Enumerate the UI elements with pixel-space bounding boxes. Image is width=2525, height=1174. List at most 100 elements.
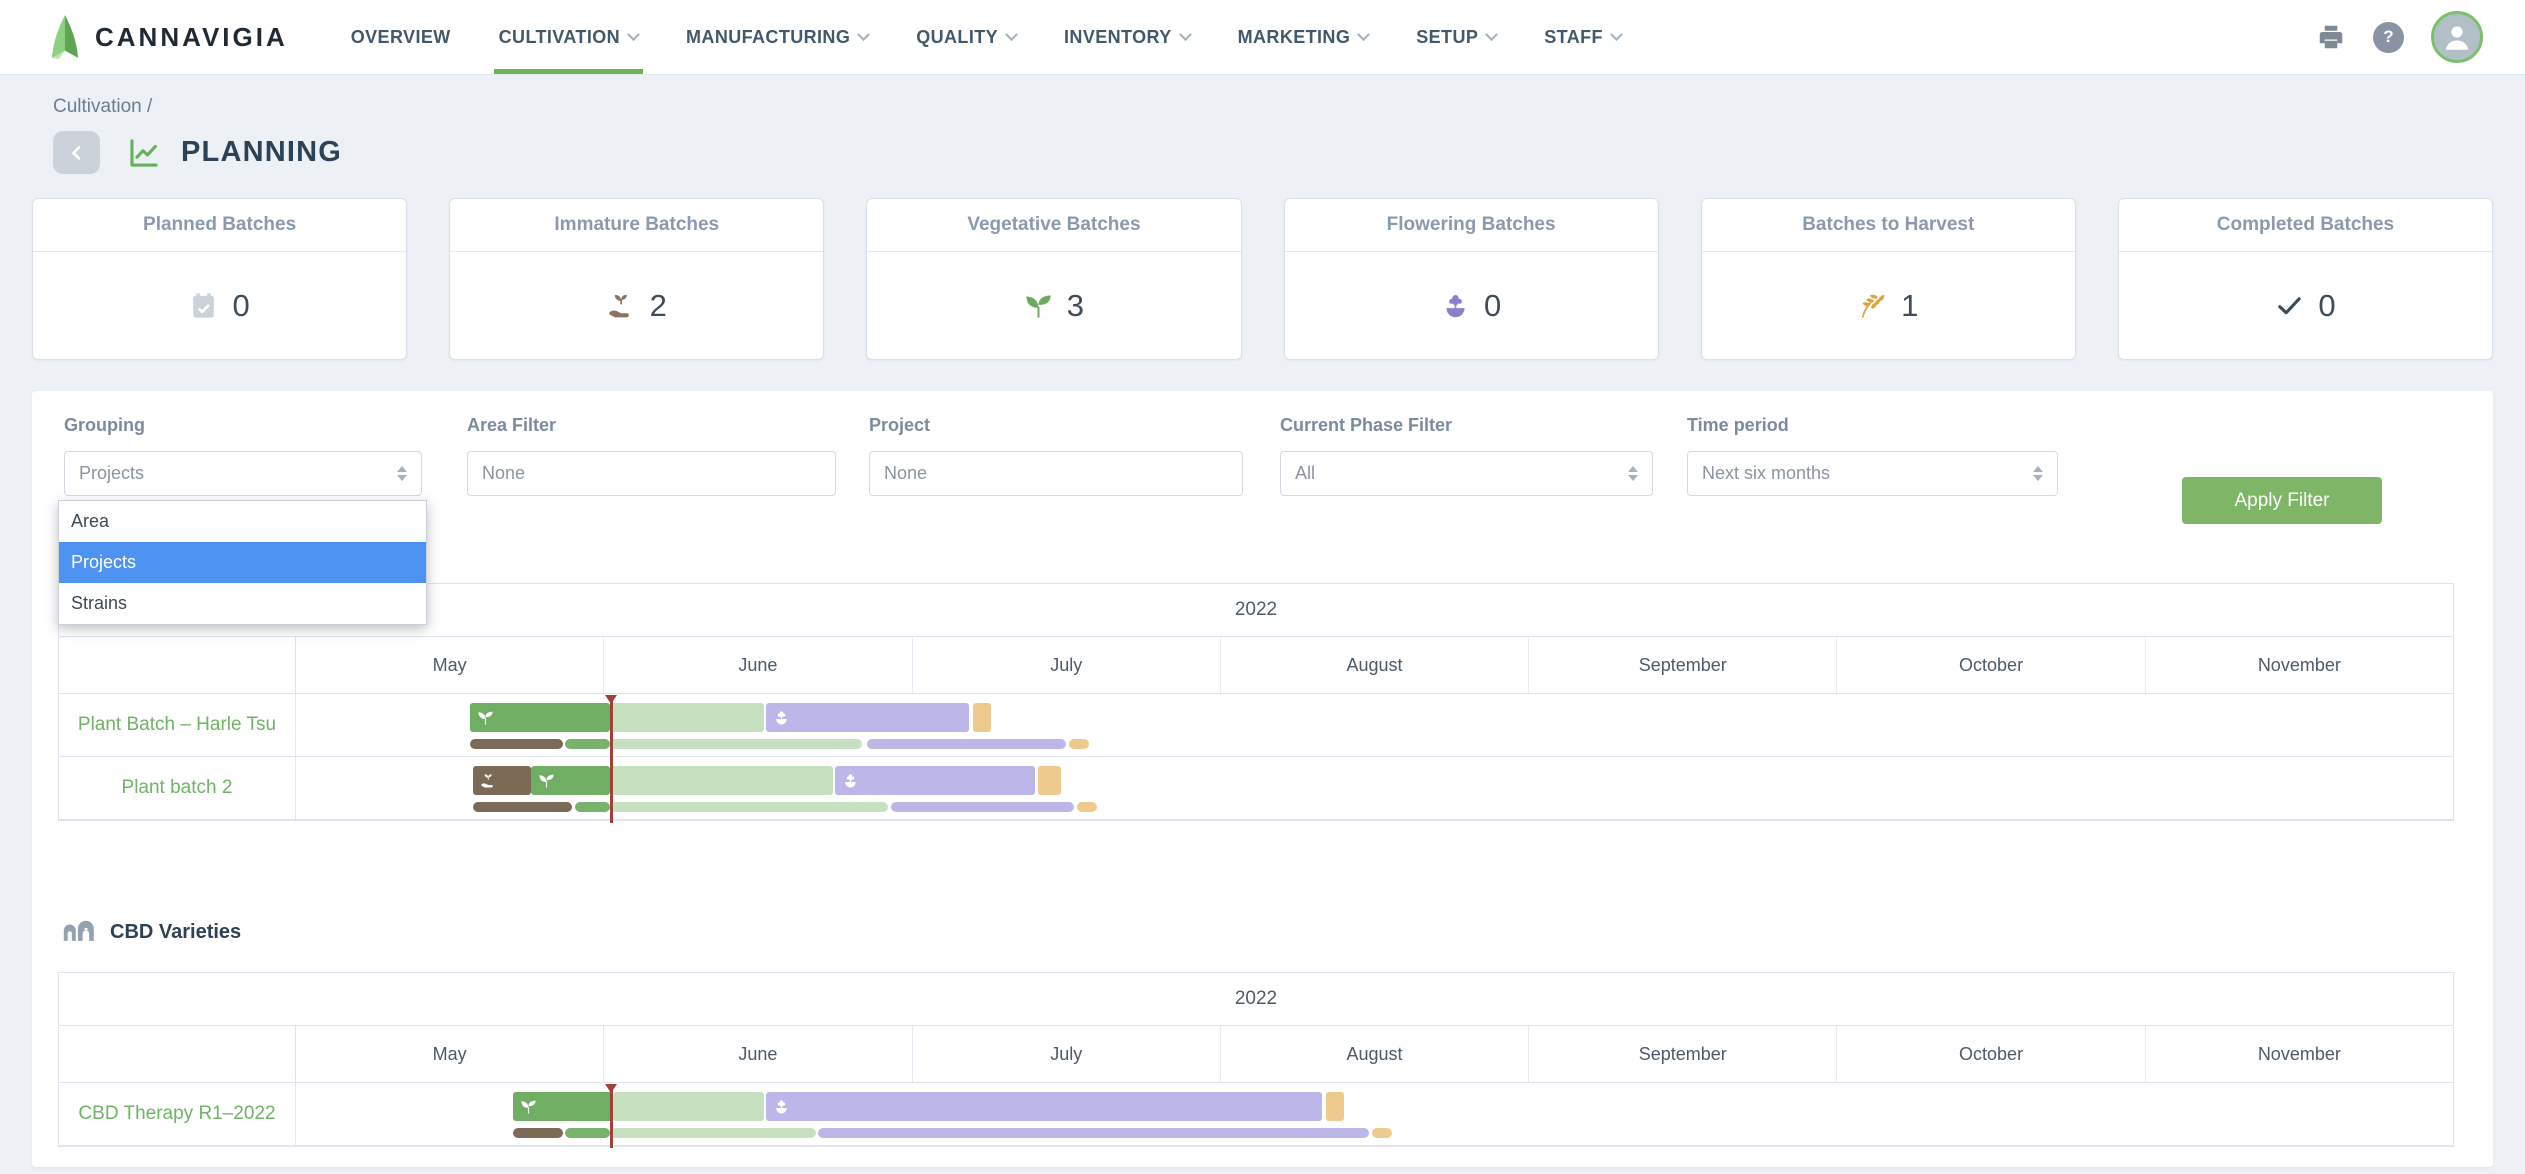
- top-actions: ?: [2316, 0, 2525, 74]
- gantt-bar-vegetative[interactable]: [513, 1092, 613, 1121]
- gantt-progress-flowering: [867, 739, 1067, 749]
- gantt-progress-vegetative_planned: [610, 802, 888, 812]
- nav-item-manufacturing[interactable]: MANUFACTURING: [681, 0, 873, 74]
- planning-panel: Grouping Projects Area Filter Project Cu…: [32, 391, 2493, 1167]
- gantt-month-june: June: [604, 637, 912, 693]
- gantt-bar-harvest[interactable]: [1038, 766, 1061, 795]
- stat-card-title: Planned Batches: [33, 199, 406, 252]
- chevron-down-icon: [627, 28, 640, 41]
- stat-card-title: Flowering Batches: [1285, 199, 1658, 252]
- avatar[interactable]: [2431, 11, 2483, 63]
- gantt-progress-harvest: [1372, 1128, 1391, 1138]
- today-marker-triangle: [605, 695, 617, 704]
- nav-item-label: OVERVIEW: [351, 27, 451, 48]
- phase-filter-select[interactable]: All: [1280, 451, 1653, 496]
- print-icon[interactable]: [2316, 22, 2346, 52]
- nav-item-label: QUALITY: [916, 27, 998, 48]
- stat-card-to-harvest: Batches to Harvest1: [1701, 198, 2076, 360]
- grouping-select[interactable]: Projects: [64, 451, 422, 496]
- grouping-field: Grouping Projects: [64, 415, 422, 496]
- dropdown-option-strains[interactable]: Strains: [59, 583, 426, 624]
- gantt-row-timeline: [296, 694, 2453, 756]
- gantt-bar-flowering[interactable]: [766, 1092, 1323, 1121]
- back-button[interactable]: [53, 131, 100, 174]
- help-icon[interactable]: ?: [2373, 22, 2404, 53]
- check-icon: [2275, 291, 2304, 320]
- dropdown-option-area[interactable]: Area: [59, 501, 426, 542]
- nav-item-label: CULTIVATION: [499, 27, 620, 48]
- seedling-icon: [477, 709, 494, 726]
- breadcrumb-area: Cultivation / PLANNING: [0, 75, 2525, 174]
- grouping-value: Projects: [79, 463, 144, 484]
- nav-item-staff[interactable]: STAFF: [1539, 0, 1626, 74]
- gantt-progress-vegetative_planned: [610, 739, 862, 749]
- nav-item-quality[interactable]: QUALITY: [911, 0, 1021, 74]
- phase-filter-value: All: [1295, 463, 1315, 484]
- calendar-check-icon: [189, 291, 218, 320]
- flower-icon: [1441, 291, 1470, 320]
- seedling-icon: [538, 772, 555, 789]
- nav-item-setup[interactable]: SETUP: [1411, 0, 1501, 74]
- gantt-progress-germination: [473, 802, 572, 812]
- today-marker-line: [610, 695, 613, 823]
- chevron-down-icon: [1357, 28, 1370, 41]
- gantt-bar-germination[interactable]: [473, 766, 531, 795]
- gantt-row-label[interactable]: Plant batch 2: [59, 757, 296, 819]
- nav-item-label: INVENTORY: [1064, 27, 1172, 48]
- flower-icon: [773, 709, 790, 726]
- time-period-select[interactable]: Next six months: [1687, 451, 2058, 496]
- gantt-row-label[interactable]: Plant Batch – Harle Tsu: [59, 694, 296, 756]
- project-control: [869, 451, 1243, 496]
- select-arrows-icon: [1628, 466, 1638, 481]
- gantt-bar-flowering[interactable]: [835, 766, 1035, 795]
- nav-item-inventory[interactable]: INVENTORY: [1059, 0, 1195, 74]
- stat-card-value: 2: [650, 288, 667, 324]
- gantt-label-spacer: [59, 1026, 296, 1082]
- project-label: Project: [869, 415, 1243, 436]
- gantt-bar-flowering[interactable]: [766, 703, 969, 732]
- gantt-bar-vegetative[interactable]: [470, 703, 610, 732]
- gantt-bar-vegetative_planned[interactable]: [613, 1092, 764, 1121]
- gantt-bar-vegetative_planned[interactable]: [610, 766, 834, 795]
- gantt-bar-vegetative_planned[interactable]: [610, 703, 764, 732]
- apply-filter-button[interactable]: Apply Filter: [2182, 477, 2382, 524]
- gantt-month-may: May: [296, 1026, 604, 1082]
- stat-card-completed: Completed Batches0: [2118, 198, 2493, 360]
- nav-item-overview[interactable]: OVERVIEW: [346, 0, 456, 74]
- nav-item-cultivation[interactable]: CULTIVATION: [494, 0, 643, 74]
- area-filter-control: [467, 451, 836, 496]
- gantt-progress-vegetative_elapsed: [565, 1128, 609, 1138]
- gantt-cbd-varieties: 2022MayJuneJulyAugustSeptemberOctoberNov…: [58, 972, 2454, 1147]
- gantt-bar-harvest[interactable]: [973, 703, 990, 732]
- gantt-month-september: September: [1529, 1026, 1837, 1082]
- nav-item-label: SETUP: [1416, 27, 1478, 48]
- time-period-value: Next six months: [1702, 463, 1830, 484]
- seedling-icon: [520, 1098, 537, 1115]
- stat-card-title: Completed Batches: [2119, 199, 2492, 252]
- today-marker-line: [610, 1084, 613, 1148]
- dropdown-option-projects[interactable]: Projects: [59, 542, 426, 583]
- gantt-month-october: October: [1837, 1026, 2145, 1082]
- area-filter-input[interactable]: [482, 463, 821, 484]
- gantt-month-november: November: [2146, 1026, 2453, 1082]
- gantt-year-header: 2022: [59, 973, 2453, 1026]
- brand-logo[interactable]: CANNAVIGIA: [48, 0, 288, 74]
- gantt-bar-harvest[interactable]: [1326, 1092, 1344, 1121]
- phase-filter-label: Current Phase Filter: [1280, 415, 1653, 436]
- gantt-row: Plant Batch – Harle Tsu: [59, 694, 2453, 757]
- gantt-row-label[interactable]: CBD Therapy R1–2022: [59, 1083, 296, 1145]
- breadcrumb[interactable]: Cultivation /: [53, 96, 2525, 118]
- project-input[interactable]: [884, 463, 1228, 484]
- gantt-row-timeline: [296, 757, 2453, 819]
- chevron-down-icon: [1179, 28, 1192, 41]
- gantt-progress-germination: [513, 1128, 563, 1138]
- hand-seedling-icon: [607, 291, 636, 320]
- gantt-month-may: May: [296, 637, 604, 693]
- gantt-progress-harvest: [1077, 802, 1097, 812]
- gantt-progress-vegetative_elapsed: [575, 802, 610, 812]
- nav-item-marketing[interactable]: MARKETING: [1233, 0, 1374, 74]
- gantt-bar-vegetative[interactable]: [531, 766, 610, 795]
- greenhouse-icon: [62, 918, 95, 947]
- flower-icon: [773, 1098, 790, 1115]
- time-period-field: Time period Next six months: [1687, 415, 2058, 496]
